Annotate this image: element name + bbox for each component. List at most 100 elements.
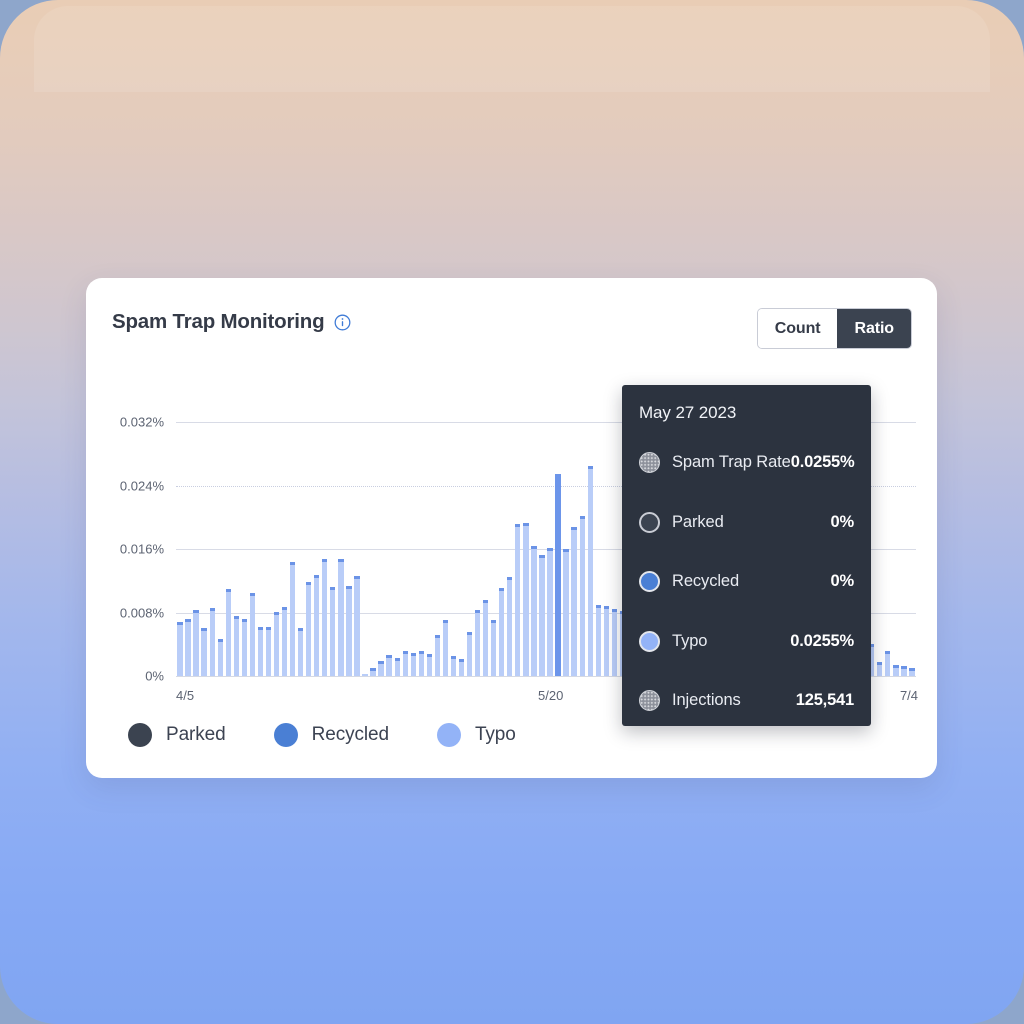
chart-bar[interactable] — [354, 576, 360, 676]
chart-bar-cap — [571, 526, 577, 530]
tooltip-row: Injections 125,541 — [622, 671, 871, 726]
tooltip-marker-dot — [639, 690, 660, 712]
chart-bar-cap — [354, 576, 360, 579]
chart-bar-cap — [909, 668, 915, 672]
x-axis-tick-label: 4/5 — [176, 688, 195, 703]
chart-legend: Parked Recycled Typo — [128, 723, 516, 747]
chart-bar[interactable] — [483, 599, 489, 676]
legend-label: Recycled — [311, 724, 389, 745]
chart-bar[interactable] — [338, 558, 344, 676]
chart-bar[interactable] — [265, 626, 272, 676]
chart-bar[interactable] — [515, 524, 521, 676]
chart-bar[interactable] — [281, 606, 288, 676]
legend-item[interactable]: Parked — [128, 723, 226, 747]
chart-bar[interactable] — [595, 604, 601, 676]
chart-bar-cap — [233, 615, 239, 619]
chart-bar[interactable] — [571, 526, 577, 676]
chart-bar-cap — [885, 651, 891, 655]
chart-bar[interactable] — [233, 615, 239, 676]
chart-bar[interactable] — [362, 674, 368, 676]
chart-bar[interactable] — [474, 610, 481, 676]
chart-bar[interactable] — [531, 545, 537, 676]
chart-bar-cap — [257, 626, 264, 630]
chart-bar[interactable] — [877, 661, 883, 676]
chart-bar[interactable] — [442, 619, 449, 676]
chart-bar[interactable] — [547, 548, 553, 676]
chart-bar[interactable] — [346, 585, 352, 676]
chart-bar[interactable] — [410, 652, 416, 676]
chart-bar-cap — [338, 558, 344, 562]
chart-bar[interactable] — [893, 664, 899, 676]
y-axis-tick-label: 0.024% — [119, 478, 164, 493]
chart-bar[interactable] — [217, 638, 223, 676]
chart-bar[interactable] — [249, 593, 256, 676]
tooltip-row-label: Recycled — [672, 572, 740, 591]
chart-bar[interactable] — [209, 607, 215, 676]
tooltip-row-label: Spam Trap Rate — [672, 453, 791, 472]
tooltip-row-label: Typo — [672, 631, 708, 650]
chart-bar[interactable] — [539, 554, 545, 676]
chart-bar[interactable] — [507, 576, 513, 676]
chart-bar[interactable] — [201, 628, 207, 676]
chart-bar[interactable] — [193, 610, 199, 676]
chart-bar[interactable] — [611, 608, 617, 676]
tooltip-row-label: Parked — [672, 512, 724, 531]
chart-bar[interactable] — [434, 634, 441, 676]
chart-bar-cap — [491, 620, 497, 624]
chart-bar[interactable] — [402, 651, 408, 676]
chart-bar[interactable] — [289, 561, 296, 676]
chart-bar[interactable] — [450, 656, 457, 676]
chart-bar[interactable] — [491, 620, 497, 676]
chart-bar-cap — [281, 606, 288, 610]
chart-bar-cap — [434, 634, 441, 638]
chart-bar[interactable] — [901, 666, 907, 676]
legend-item[interactable]: Typo — [436, 723, 516, 747]
chart-bar[interactable] — [563, 549, 569, 676]
chart-bar-cap — [483, 599, 489, 603]
chart-bar[interactable] — [499, 587, 505, 676]
chart-bar-cap — [563, 549, 569, 552]
chart-bar[interactable] — [298, 628, 304, 676]
y-axis-tick-label: 0% — [145, 668, 164, 684]
tooltip-rows: Spam Trap Rate 0.0255% Parked 0% Recycled 0% T… — [622, 433, 871, 726]
chart-bar[interactable] — [523, 522, 529, 676]
chart-bar[interactable] — [314, 575, 320, 676]
chart-bar-cap — [322, 558, 328, 562]
chart-bar[interactable] — [587, 465, 593, 676]
tooltip-row: Recycled 0% — [622, 552, 871, 612]
chart-bar[interactable] — [386, 655, 392, 676]
chart-bar[interactable] — [241, 618, 247, 676]
chart-bar[interactable] — [909, 668, 915, 676]
legend-label: Typo — [474, 724, 516, 745]
tooltip-row: Spam Trap Rate 0.0255% — [622, 433, 871, 493]
chart-bar[interactable] — [394, 657, 400, 676]
chart-bar[interactable] — [579, 516, 585, 676]
chart-bar-cap — [193, 610, 199, 614]
chart-bar[interactable] — [458, 658, 465, 676]
chart-bar[interactable] — [185, 618, 191, 676]
chart-bar[interactable] — [370, 668, 376, 676]
chart-bar[interactable] — [330, 587, 336, 676]
chart-bar[interactable] — [466, 631, 473, 676]
chart-bar[interactable] — [885, 651, 891, 676]
chart-bar[interactable] — [306, 582, 312, 676]
chart-bar[interactable] — [322, 558, 328, 676]
chart-bar[interactable] — [426, 653, 432, 676]
screenshot-root: Spam Trap Monitoring Count Ratio 0% 0.008… — [0, 0, 1024, 1024]
legend-color-dot — [128, 723, 152, 747]
tooltip-row-value: 0.0255% — [790, 631, 854, 650]
chart-bar-cap — [370, 668, 376, 672]
chart-bar-cap — [306, 582, 312, 586]
chart-bar[interactable] — [378, 660, 384, 676]
chart-bar[interactable] — [418, 650, 424, 676]
tooltip-marker-dot — [639, 571, 660, 593]
chart-bar[interactable] — [555, 473, 561, 676]
chart-bar[interactable] — [225, 588, 231, 676]
legend-item[interactable]: Recycled — [273, 723, 389, 747]
chart-bar[interactable] — [257, 626, 264, 676]
chart-bar[interactable] — [177, 622, 183, 676]
chart-bar[interactable] — [273, 611, 280, 676]
background-inner-top-band — [34, 6, 990, 92]
chart-bar-cap — [595, 604, 601, 608]
chart-bar[interactable] — [603, 606, 609, 676]
